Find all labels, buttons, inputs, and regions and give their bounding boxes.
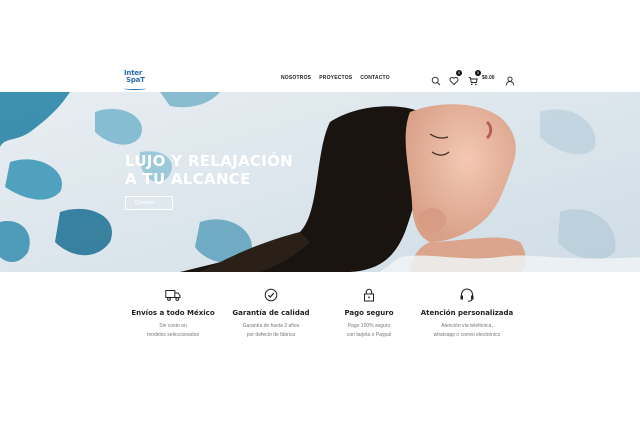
- features-section: Envíos a todo México Sin costo en modelo…: [124, 288, 516, 348]
- feature-payment-line2: con tarjeta o Paypal: [346, 332, 392, 338]
- heart-icon[interactable]: 0: [449, 70, 462, 86]
- feature-support-title: Atención personalizada: [420, 309, 514, 317]
- site-header: Inter SpaT NOSOTROS PROYECTOS CONTACTO 0…: [0, 60, 640, 92]
- hero-title-line2: A TU ALCANCE: [125, 170, 251, 188]
- feature-shipping-desc: Sin costo en modelos seleccionados: [124, 322, 222, 340]
- feature-payment-title: Pago seguro: [344, 309, 394, 317]
- feature-shipping-title: Envíos a todo México: [131, 309, 215, 317]
- buy-button[interactable]: Comprar →: [125, 196, 173, 210]
- feature-support: Atención personalizada Atención vía tele…: [418, 288, 516, 348]
- feature-shipping-line2: modelos seleccionados: [147, 332, 199, 338]
- cart-total[interactable]: $0.00: [482, 75, 495, 81]
- main-nav: NOSOTROS PROYECTOS CONTACTO: [281, 75, 390, 81]
- feature-shipping-line1: Sin costo en: [159, 323, 187, 329]
- wishlist-count-badge: 0: [456, 70, 462, 76]
- feature-warranty: Garantía de calidad Garantía de hasta 3 …: [222, 288, 320, 348]
- headset-icon: [459, 288, 475, 302]
- feature-shipping: Envíos a todo México Sin costo en modelo…: [124, 288, 222, 348]
- check-circle-icon: [263, 288, 279, 302]
- nav-item-nosotros[interactable]: NOSOTROS: [281, 75, 311, 81]
- feature-warranty-title: Garantía de calidad: [232, 309, 310, 317]
- hero-banner: LUJO Y RELAJACIÓN A TU ALCANCE Comprar →: [0, 92, 640, 272]
- nav-item-contacto[interactable]: CONTACTO: [360, 75, 389, 81]
- truck-icon: [165, 288, 181, 302]
- user-icon[interactable]: [505, 73, 515, 86]
- lock-icon: [361, 288, 377, 302]
- feature-warranty-desc: Garantía de hasta 3 años por defecto de …: [222, 322, 320, 340]
- hero-title-line1: LUJO Y RELAJACIÓN: [125, 152, 293, 170]
- nav-item-proyectos[interactable]: PROYECTOS: [319, 75, 352, 81]
- logo[interactable]: Inter SpaT: [124, 70, 146, 90]
- hero-title: LUJO Y RELAJACIÓN A TU ALCANCE: [125, 152, 325, 188]
- feature-warranty-line1: Garantía de hasta 3 años: [242, 323, 300, 329]
- logo-text-line2: SpaT: [126, 76, 145, 84]
- feature-payment-line1: Pago 100% seguro: [347, 323, 391, 329]
- logo-swoosh: [124, 87, 146, 90]
- feature-payment: Pago seguro Pago 100% seguro con tarjeta…: [320, 288, 418, 348]
- cart-icon[interactable]: 0: [468, 70, 481, 86]
- arrow-right-icon: →: [158, 200, 164, 206]
- feature-support-line1: Atención vía telefónica,: [441, 323, 493, 329]
- cart-count-badge: 0: [475, 70, 481, 76]
- feature-warranty-line2: por defecto de fábrica: [246, 332, 296, 338]
- feature-support-line2: whatsapp o correo electrónico: [433, 332, 501, 338]
- search-icon[interactable]: [431, 73, 441, 86]
- buy-button-label: Comprar: [134, 200, 155, 206]
- feature-payment-desc: Pago 100% seguro con tarjeta o Paypal: [320, 322, 418, 340]
- feature-support-desc: Atención vía telefónica, whatsapp o corr…: [418, 322, 516, 340]
